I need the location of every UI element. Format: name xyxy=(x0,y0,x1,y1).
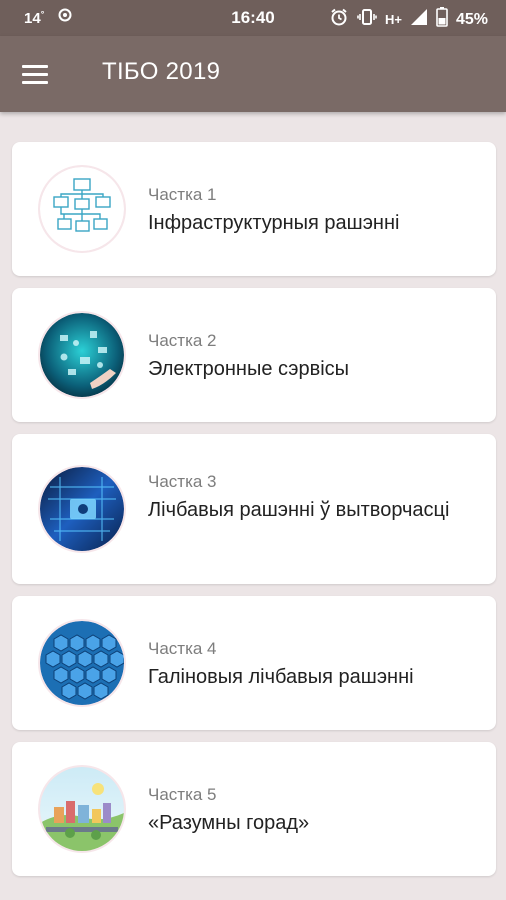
list-item-part-2[interactable]: Частка 2 Электронные сэрвісы xyxy=(12,288,496,422)
network-type-label: H+ xyxy=(384,12,402,27)
digital-production-image xyxy=(40,467,124,551)
hamburger-menu-icon[interactable] xyxy=(22,58,56,90)
signal-icon xyxy=(410,8,428,31)
list-item-part-3[interactable]: Частка 3 Лічбавыя рашэнні ў вытворчасці xyxy=(12,434,496,584)
part-title: Галіновыя лічбавыя рашэнні xyxy=(148,666,414,688)
smart-city-image xyxy=(40,767,124,851)
part-title: Электронные сэрвісы xyxy=(148,358,350,380)
app-bar: ТІБО 2019 xyxy=(0,36,506,112)
part-title: «Разумны горад» xyxy=(148,812,310,834)
infrastructure-network-image xyxy=(40,167,124,251)
battery-percent: 45% xyxy=(455,10,488,28)
hexagon-industry-image xyxy=(40,621,124,705)
alarm-icon xyxy=(329,7,349,32)
list-item-part-1[interactable]: Частка 1 Інфраструктурныя рашэнні xyxy=(12,142,496,276)
app-title: ТІБО 2019 xyxy=(102,58,221,85)
part-title: Інфраструктурныя рашэнні xyxy=(148,212,400,234)
list-item-part-5[interactable]: Частка 5 «Разумны горад» xyxy=(12,742,496,876)
status-right: H+ 45% xyxy=(329,7,488,32)
battery-icon xyxy=(436,7,448,32)
part-title: Лічбавыя рашэнні ў вытворчасці xyxy=(148,499,450,521)
list-item-part-4[interactable]: Частка 4 Галіновыя лічбавыя рашэнні xyxy=(12,596,496,730)
electronic-services-image xyxy=(40,313,124,397)
part-label: Частка 4 xyxy=(148,639,217,658)
part-label: Частка 2 xyxy=(148,331,217,350)
status-bar: 14° 16:40 H+ 45% xyxy=(0,0,506,36)
part-label: Частка 5 xyxy=(148,785,217,804)
part-label: Частка 3 xyxy=(148,472,217,491)
part-label: Частка 1 xyxy=(148,185,217,204)
vibrate-icon xyxy=(357,7,377,32)
